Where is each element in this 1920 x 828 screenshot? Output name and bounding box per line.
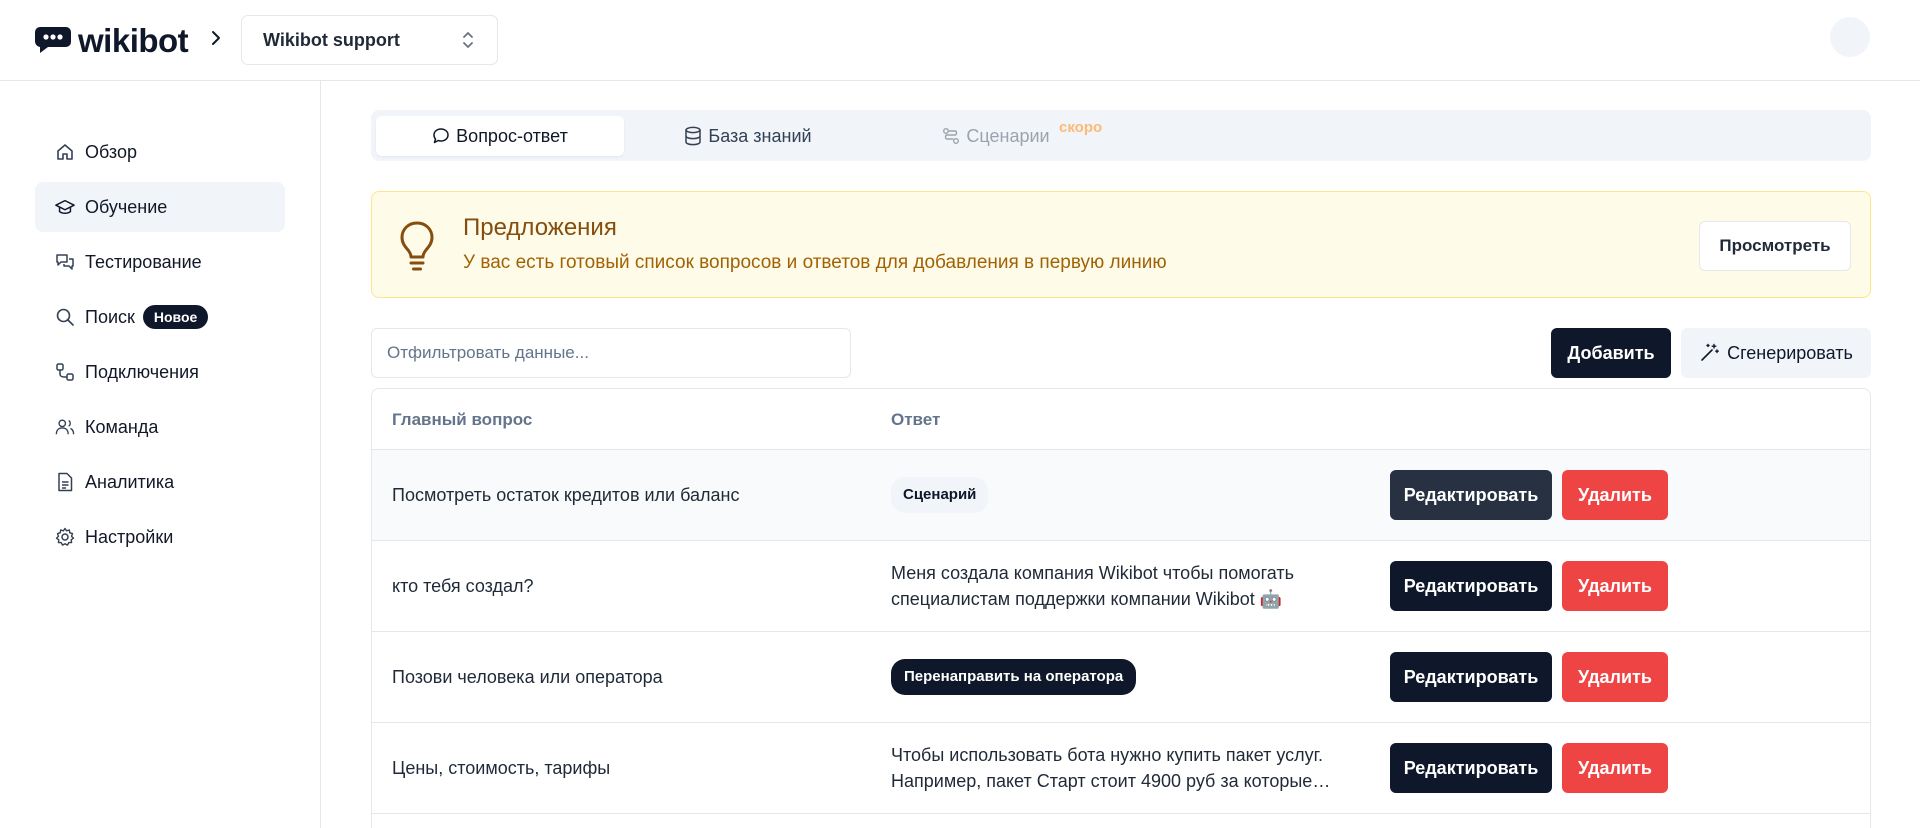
lightbulb-icon — [398, 220, 436, 277]
edit-button[interactable]: Редактировать — [1390, 652, 1552, 702]
coming-soon-label: скоро — [1059, 119, 1103, 136]
table-row[interactable]: Позови человека или оператора Перенаправ… — [372, 632, 1870, 723]
home-icon — [55, 142, 75, 162]
logo-text: wikibot — [78, 22, 189, 59]
sidebar-item-team[interactable]: Команда — [35, 402, 285, 452]
sidebar-item-label: Аналитика — [85, 471, 175, 492]
answer-cell: Меня создала компания Wikibot чтобы помо… — [891, 541, 1341, 631]
logo-bubble-icon — [34, 24, 72, 59]
user-avatar[interactable] — [1830, 17, 1870, 57]
edit-button[interactable]: Редактировать — [1390, 743, 1552, 793]
document-icon — [55, 472, 75, 492]
add-button[interactable]: Добавить — [1551, 328, 1671, 378]
view-suggestions-button[interactable]: Просмотреть — [1699, 221, 1851, 271]
workflow-icon — [942, 127, 960, 145]
suggestions-banner: Предложения У вас есть готовый список во… — [371, 191, 1871, 298]
message-icon — [432, 127, 450, 145]
tab-label: База знаний — [708, 125, 812, 146]
breadcrumb-chevron-icon — [210, 28, 222, 54]
delete-button[interactable]: Удалить — [1562, 561, 1668, 611]
delete-button[interactable]: Удалить — [1562, 652, 1668, 702]
database-icon — [684, 126, 702, 146]
redirect-operator-tag: Перенаправить на оператора — [891, 659, 1137, 695]
tab-label: Сценарии — [966, 125, 1050, 146]
project-selector[interactable]: Wikibot support — [241, 15, 498, 65]
sidebar-item-search[interactable]: Поиск Новое — [35, 292, 285, 342]
edit-button[interactable]: Редактировать — [1390, 470, 1552, 520]
tab-label: Вопрос-ответ — [456, 125, 568, 146]
sidebar-item-label: Подключения — [85, 361, 199, 382]
banner-title: Предложения — [463, 214, 617, 241]
sidebar: Обзор Обучение Тестирование Поиск Новое … — [0, 81, 321, 828]
gear-icon — [55, 527, 75, 547]
sidebar-item-label: Тестирование — [85, 251, 202, 272]
graduation-cap-icon — [55, 197, 75, 217]
table-row[interactable]: кто тебя создал? Меня создала компания W… — [372, 541, 1870, 632]
answer-cell: Чтобы использовать бота нужно купить пак… — [891, 723, 1341, 813]
table-header: Главный вопрос Ответ — [372, 389, 1870, 450]
sidebar-item-connections[interactable]: Подключения — [35, 347, 285, 397]
question-cell: Позови человека или оператора — [392, 666, 663, 687]
sidebar-item-analytics[interactable]: Аналитика — [35, 457, 285, 507]
users-icon — [55, 417, 75, 437]
table-row[interactable]: Посмотреть остаток кредитов или баланс С… — [372, 450, 1870, 541]
answer-text: Чтобы использовать бота нужно купить пак… — [891, 745, 1324, 791]
question-cell: Цены, стоимость, тарифы — [392, 757, 611, 778]
tab-qa[interactable]: Вопрос-ответ — [376, 116, 624, 156]
sidebar-item-overview[interactable]: Обзор — [35, 127, 285, 177]
sidebar-item-training[interactable]: Обучение — [35, 182, 285, 232]
filter-input[interactable] — [371, 328, 851, 378]
answer-cell: Сценарий — [891, 450, 1341, 540]
qa-table: Главный вопрос Ответ Посмотреть остаток … — [371, 388, 1871, 828]
sidebar-item-testing[interactable]: Тестирование — [35, 237, 285, 287]
generate-button[interactable]: Сгенерировать — [1681, 328, 1871, 378]
question-cell: Посмотреть остаток кредитов или баланс — [392, 484, 740, 505]
search-icon — [55, 307, 75, 327]
sidebar-item-label: Настройки — [85, 526, 174, 547]
answer-text: Меня создала компания Wikibot чтобы помо… — [891, 563, 1294, 609]
tab-knowledge-base[interactable]: База знаний — [624, 116, 872, 156]
top-header: wikibot Wikibot support — [0, 0, 1920, 81]
answer-cell: Перенаправить на оператора — [891, 632, 1341, 722]
sidebar-item-label: Обзор — [85, 141, 137, 162]
sidebar-item-label: Команда — [85, 416, 159, 437]
banner-text: У вас есть готовый список вопросов и отв… — [463, 252, 1167, 273]
project-name: Wikibot support — [263, 29, 400, 50]
chevron-up-down-icon — [461, 29, 475, 56]
delete-button[interactable]: Удалить — [1562, 743, 1668, 793]
magic-wand-icon — [1699, 343, 1719, 363]
sidebar-item-label: Поиск — [85, 306, 135, 327]
sidebar-item-label: Обучение — [85, 196, 168, 217]
chat-bubbles-icon — [55, 252, 75, 272]
edit-button[interactable]: Редактировать — [1390, 561, 1552, 611]
generate-label: Сгенерировать — [1727, 342, 1853, 363]
column-header-question: Главный вопрос — [392, 410, 533, 429]
question-cell: кто тебя создал? — [392, 575, 534, 596]
new-badge: Новое — [142, 305, 209, 329]
sidebar-item-settings[interactable]: Настройки — [35, 512, 285, 562]
section-tabs: Вопрос-ответ База знаний Сценарии — [371, 110, 1871, 161]
table-row[interactable]: Цены, стоимость, тарифы Чтобы использова… — [372, 723, 1870, 814]
delete-button[interactable]: Удалить — [1562, 470, 1668, 520]
column-header-answer: Ответ — [891, 410, 941, 429]
scenario-tag: Сценарий — [891, 477, 989, 513]
wikibot-logo[interactable]: wikibot — [34, 22, 189, 60]
connections-icon — [55, 362, 75, 382]
